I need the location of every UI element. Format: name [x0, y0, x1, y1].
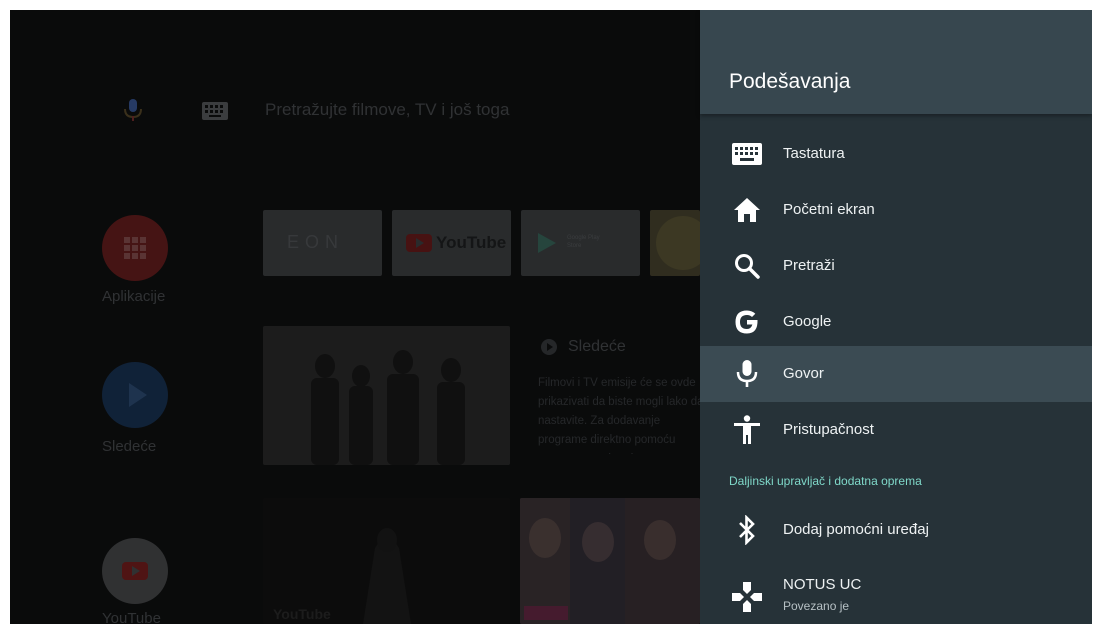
- video-card-label: YouTube: [273, 606, 331, 622]
- settings-item-label: Pretraži: [783, 257, 835, 274]
- settings-item-search[interactable]: Pretraži: [700, 238, 1092, 294]
- video-card-kpop[interactable]: [520, 498, 700, 624]
- youtube-icon: [406, 234, 432, 252]
- settings-item-label: Početni ekran: [783, 201, 875, 218]
- search-icon: [730, 251, 764, 281]
- play-store-icon: [538, 233, 556, 253]
- section-header-remote-accessories: Daljinski upravljač i dodatna oprema: [729, 474, 922, 488]
- play-circle-icon: [541, 339, 557, 355]
- tv-screen: Pretražujte filmove, TV i još toga Aplik…: [10, 10, 1092, 624]
- home-icon: [730, 195, 764, 225]
- settings-item-label: Tastatura: [783, 145, 845, 162]
- video-thumbnail: [520, 498, 700, 624]
- rail-label-youtube: YouTube: [102, 610, 161, 624]
- weather-icon: [656, 216, 700, 270]
- youtube-rail-button[interactable]: [102, 538, 168, 604]
- app-tile-label: EON: [287, 232, 345, 252]
- next-button[interactable]: [102, 362, 168, 428]
- settings-item-notus-uc[interactable]: NOTUS UC Povezano je: [700, 566, 1092, 622]
- settings-item-keyboard[interactable]: Tastatura: [700, 126, 1092, 182]
- bluetooth-icon: [730, 515, 764, 545]
- settings-item-home-screen[interactable]: Početni ekran: [700, 182, 1092, 238]
- search-input[interactable]: Pretražujte filmove, TV i još toga: [265, 100, 509, 120]
- rail-label-apps: Aplikacije: [102, 288, 166, 305]
- settings-item-google[interactable]: Google: [700, 294, 1092, 350]
- app-tile-label: YouTube: [436, 233, 507, 252]
- keyboard-icon: [730, 139, 764, 169]
- settings-item-accessibility[interactable]: Pristupačnost: [700, 402, 1092, 458]
- gamepad-icon: [730, 582, 764, 612]
- next-section-description: Filmovi i TV emisije će se ovde prikaziv…: [538, 377, 704, 454]
- home-screen: Pretražujte filmove, TV i još toga Aplik…: [10, 10, 704, 624]
- rail-label-next: Sledeće: [102, 438, 157, 455]
- page-title: Podešavanja: [729, 70, 851, 93]
- accessibility-icon: [730, 415, 764, 445]
- youtube-icon: [122, 562, 148, 580]
- mic-icon: [730, 359, 764, 389]
- mic-icon[interactable]: [122, 98, 144, 122]
- settings-item-label: NOTUS UC: [783, 576, 862, 593]
- settings-panel: Podešavanja Tastatura Početni ekran Pret…: [700, 10, 1092, 624]
- apps-button[interactable]: [102, 215, 168, 281]
- keyboard-icon[interactable]: [202, 102, 228, 120]
- video-card[interactable]: YouTube: [263, 498, 510, 624]
- settings-item-status: Povezano je: [783, 599, 850, 613]
- app-tile-weather[interactable]: [650, 210, 700, 276]
- settings-item-label: Google: [783, 313, 832, 330]
- settings-item-label: Pristupačnost: [783, 421, 874, 438]
- cast-photo: [263, 326, 510, 465]
- app-tile-play-store[interactable]: Google Play Store: [521, 210, 640, 276]
- settings-item-speech[interactable]: Govor: [700, 346, 1092, 402]
- next-card-image[interactable]: [263, 326, 510, 465]
- settings-header: Podešavanja: [700, 10, 1092, 114]
- app-tile-eon[interactable]: EON: [263, 210, 382, 276]
- settings-item-label: Govor: [783, 365, 824, 382]
- google-icon: [730, 307, 764, 337]
- app-tile-label: Google Play Store: [567, 235, 600, 249]
- play-icon: [129, 383, 147, 407]
- app-tile-youtube[interactable]: YouTube: [392, 210, 511, 276]
- apps-grid-icon: [124, 237, 146, 259]
- settings-item-label: Dodaj pomoćni uređaj: [783, 521, 929, 538]
- next-section-title: Sledeće: [568, 338, 626, 355]
- settings-item-add-accessory[interactable]: Dodaj pomoćni uređaj: [700, 502, 1092, 558]
